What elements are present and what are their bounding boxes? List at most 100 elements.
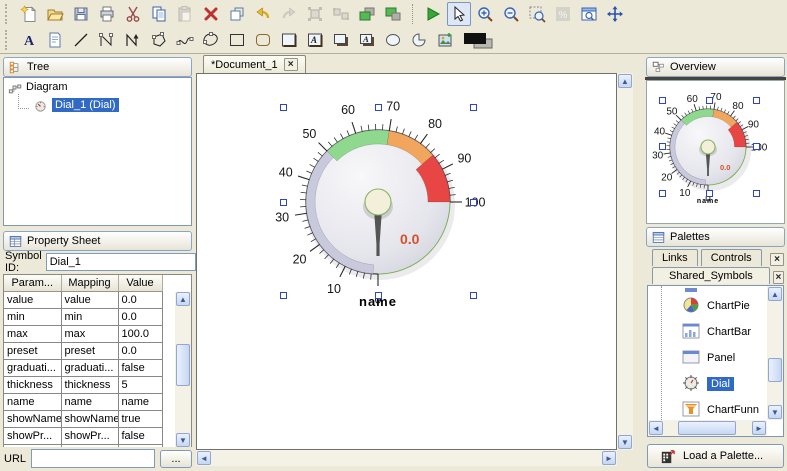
arrow-line-icon[interactable] bbox=[121, 28, 145, 52]
selection-handle[interactable] bbox=[659, 190, 666, 197]
curve-icon[interactable] bbox=[173, 28, 197, 52]
tab-links[interactable]: Links bbox=[652, 249, 698, 266]
selection-handle[interactable] bbox=[470, 292, 477, 299]
palette-vertical-scrollbar[interactable]: ▲ ▼ bbox=[767, 286, 783, 420]
canvas-vertical-scrollbar[interactable]: ▲ ▼ bbox=[617, 73, 633, 450]
palettes-header[interactable]: Palettes bbox=[646, 227, 785, 247]
paste-icon[interactable] bbox=[173, 2, 197, 26]
selection-handle[interactable] bbox=[706, 97, 713, 104]
palette-item-chartbar[interactable]: ChartBar bbox=[648, 319, 767, 345]
redo-icon[interactable] bbox=[277, 2, 301, 26]
property-cell[interactable]: false bbox=[118, 428, 162, 445]
polygon-icon[interactable] bbox=[147, 28, 171, 52]
closed-curve-icon[interactable] bbox=[199, 28, 223, 52]
symbol-id-input[interactable] bbox=[46, 253, 196, 271]
property-cell[interactable]: false bbox=[118, 360, 162, 377]
property-cell[interactable]: 100.0 bbox=[118, 326, 162, 343]
selection-handle[interactable] bbox=[280, 292, 287, 299]
run-icon[interactable] bbox=[421, 2, 445, 26]
filled-rect-icon[interactable] bbox=[277, 28, 301, 52]
property-cell[interactable]: preset bbox=[4, 343, 61, 360]
property-cell[interactable]: name bbox=[61, 394, 118, 411]
selection-handle[interactable] bbox=[280, 199, 287, 206]
load-palette-button[interactable]: Load a Palette... bbox=[647, 444, 784, 468]
property-cell[interactable]: max bbox=[4, 326, 61, 343]
line-icon[interactable] bbox=[69, 28, 93, 52]
property-cell[interactable]: graduati... bbox=[61, 360, 118, 377]
property-column-header[interactable]: Param... bbox=[4, 275, 61, 292]
selection-handle[interactable] bbox=[706, 190, 713, 197]
ellipse-icon[interactable] bbox=[381, 28, 405, 52]
scroll-left-icon[interactable]: ◄ bbox=[197, 451, 211, 465]
property-cell[interactable]: valueFont bbox=[4, 445, 61, 448]
text-rect-icon[interactable]: A bbox=[303, 28, 327, 52]
property-cell[interactable]: graduati... bbox=[4, 360, 61, 377]
property-cell[interactable]: valueFont bbox=[61, 445, 118, 448]
zoom-in-icon[interactable] bbox=[473, 2, 497, 26]
canvas-content[interactable]: 01020304050607080901000.0name bbox=[196, 73, 617, 450]
tab-close-icon[interactable]: × bbox=[770, 253, 784, 266]
property-cell[interactable]: showPr... bbox=[4, 428, 61, 445]
open-icon[interactable] bbox=[43, 2, 67, 26]
shadow-text-rect-icon[interactable]: A bbox=[355, 28, 379, 52]
document-tab[interactable]: *Document_1 × bbox=[203, 55, 306, 73]
scroll-right-icon[interactable]: ► bbox=[602, 451, 616, 465]
selection-handle[interactable] bbox=[375, 104, 382, 111]
scroll-down-icon[interactable]: ▼ bbox=[768, 405, 782, 419]
ungroup-icon[interactable] bbox=[329, 2, 353, 26]
clone-icon[interactable] bbox=[225, 2, 249, 26]
bring-to-front-icon[interactable] bbox=[355, 2, 379, 26]
toolbar-grip[interactable] bbox=[5, 4, 11, 24]
zoom-fit-icon[interactable] bbox=[577, 2, 601, 26]
selection-handle[interactable] bbox=[470, 199, 477, 206]
scroll-thumb[interactable] bbox=[678, 421, 736, 435]
group-icon[interactable] bbox=[303, 2, 327, 26]
scroll-up-icon[interactable]: ▲ bbox=[176, 292, 190, 306]
palette-item-dial[interactable]: Dial bbox=[648, 371, 767, 397]
tab-shared-symbols[interactable]: Shared_Symbols bbox=[652, 267, 770, 284]
arc-icon[interactable] bbox=[407, 28, 431, 52]
new-icon[interactable] bbox=[17, 2, 41, 26]
selection-handle[interactable] bbox=[280, 104, 287, 111]
scroll-down-icon[interactable]: ▼ bbox=[618, 435, 632, 449]
scroll-thumb[interactable] bbox=[176, 344, 190, 386]
color-swatch-icon[interactable] bbox=[459, 28, 499, 52]
save-icon[interactable] bbox=[69, 2, 93, 26]
property-sheet-header[interactable]: Property Sheet bbox=[3, 231, 192, 251]
selection-handle[interactable] bbox=[753, 190, 760, 197]
property-cell[interactable] bbox=[118, 445, 162, 448]
tree-item-dial[interactable]: Dial_1 (Dial) bbox=[4, 96, 191, 114]
selection-handle[interactable] bbox=[753, 97, 760, 104]
property-cell[interactable]: value bbox=[4, 292, 61, 309]
delete-icon[interactable] bbox=[199, 2, 223, 26]
property-cell[interactable]: showName bbox=[61, 411, 118, 428]
property-cell[interactable]: showName bbox=[4, 411, 61, 428]
dial-symbol[interactable]: 01020304050607080901000.0name bbox=[197, 74, 617, 450]
property-cell[interactable]: min bbox=[61, 309, 118, 326]
property-cell[interactable]: value bbox=[61, 292, 118, 309]
tab-close-icon[interactable]: × bbox=[284, 58, 298, 71]
scroll-up-icon[interactable]: ▲ bbox=[618, 74, 632, 88]
property-cell[interactable]: showPr... bbox=[61, 428, 118, 445]
scroll-right-icon[interactable]: ► bbox=[752, 421, 766, 435]
property-cell[interactable]: 0.0 bbox=[118, 343, 162, 360]
zoom-rect-icon[interactable] bbox=[525, 2, 549, 26]
property-cell[interactable]: 0.0 bbox=[118, 292, 162, 309]
selection-handle[interactable] bbox=[753, 143, 760, 150]
tab-close-icon[interactable]: × bbox=[773, 271, 784, 284]
select-icon[interactable] bbox=[447, 2, 471, 26]
rounded-rect-icon[interactable] bbox=[251, 28, 275, 52]
send-to-back-icon[interactable] bbox=[381, 2, 405, 26]
property-table-scrollbar[interactable]: ▲ ▼ bbox=[175, 292, 191, 447]
toolbar-grip[interactable] bbox=[5, 30, 11, 50]
palette-item-chartfunn[interactable]: ChartFunn bbox=[648, 397, 767, 420]
palette-item-partial[interactable] bbox=[648, 286, 767, 293]
palette-item-chartpie[interactable]: ChartPie bbox=[648, 293, 767, 319]
shadow-rect-icon[interactable] bbox=[329, 28, 353, 52]
note-icon[interactable] bbox=[43, 28, 67, 52]
zoom-percent-icon[interactable]: % bbox=[551, 2, 575, 26]
copy-icon[interactable] bbox=[147, 2, 171, 26]
selection-handle[interactable] bbox=[659, 97, 666, 104]
property-cell[interactable]: name bbox=[4, 394, 61, 411]
property-cell[interactable]: 5 bbox=[118, 377, 162, 394]
